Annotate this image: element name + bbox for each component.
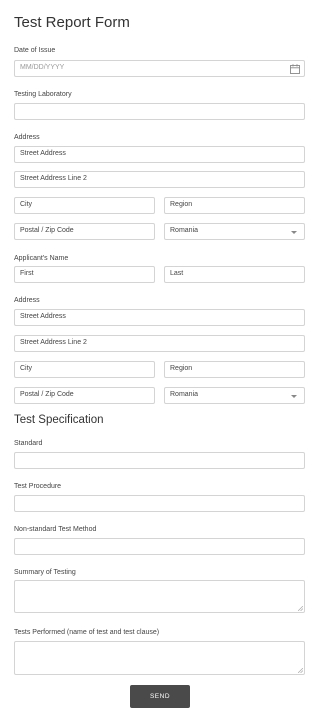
non-standard-method-label: Non-standard Test Method [14,526,97,533]
standard-input[interactable] [14,452,305,469]
applicant-street-address-text: Street Address [20,313,66,320]
lab-region-input[interactable]: Region [164,197,305,214]
test-procedure-label: Test Procedure [14,483,62,490]
calendar-icon[interactable] [290,64,300,74]
applicant-address-label: Address [14,297,40,304]
lab-street-address-2-text: Street Address Line 2 [20,175,87,182]
chevron-down-icon [291,231,297,234]
lab-postal-input[interactable]: Postal / Zip Code [14,223,155,240]
date-of-issue-label: Date of Issue [14,47,56,54]
applicant-first-name-input[interactable]: First [14,266,155,283]
applicant-country-text: Romania [170,391,199,398]
lab-country-select[interactable]: Romania [164,223,305,240]
tests-performed-textarea[interactable] [14,641,305,675]
tests-performed-label: Tests Performed (name of test and test c… [14,629,160,636]
date-of-issue-input[interactable]: MM/DD/YYYY [14,60,305,77]
applicant-street-address-2-text: Street Address Line 2 [20,339,87,346]
chevron-down-icon [291,395,297,398]
send-button[interactable]: SEND [130,685,190,708]
applicant-last-text: Last [170,270,184,277]
summary-label: Summary of Testing [14,569,76,576]
applicant-region-text: Region [170,365,193,372]
resize-handle-icon[interactable] [298,668,303,673]
lab-street-address-text: Street Address [20,150,66,157]
non-standard-method-input[interactable] [14,538,305,555]
applicant-street-address-2-input[interactable]: Street Address Line 2 [14,335,305,352]
applicant-region-input[interactable]: Region [164,361,305,378]
test-procedure-input[interactable] [14,495,305,512]
summary-textarea[interactable] [14,580,305,613]
lab-country-text: Romania [170,227,199,234]
applicant-country-select[interactable]: Romania [164,387,305,404]
applicant-city-input[interactable]: City [14,361,155,378]
date-placeholder: MM/DD/YYYY [20,64,65,71]
form-title: Test Report Form [14,14,130,31]
lab-city-input[interactable]: City [14,197,155,214]
send-button-label: SEND [149,693,171,700]
applicant-last-name-input[interactable]: Last [164,266,305,283]
lab-street-address-2-input[interactable]: Street Address Line 2 [14,171,305,188]
applicant-postal-input[interactable]: Postal / Zip Code [14,387,155,404]
lab-region-text: Region [170,201,193,208]
testing-laboratory-label: Testing Laboratory [14,91,72,98]
applicant-first-text: First [20,270,34,277]
lab-address-label: Address [14,134,40,141]
lab-street-address-input[interactable]: Street Address [14,146,305,163]
lab-city-text: City [20,201,33,208]
testing-laboratory-input[interactable] [14,103,305,120]
test-specification-heading: Test Specification [14,414,104,426]
applicant-name-label: Applicant's Name [14,255,69,262]
lab-postal-text: Postal / Zip Code [20,227,74,234]
standard-label: Standard [14,440,43,447]
applicant-street-address-input[interactable]: Street Address [14,309,305,326]
applicant-postal-text: Postal / Zip Code [20,391,74,398]
resize-handle-icon[interactable] [298,606,303,611]
applicant-city-text: City [20,365,33,372]
